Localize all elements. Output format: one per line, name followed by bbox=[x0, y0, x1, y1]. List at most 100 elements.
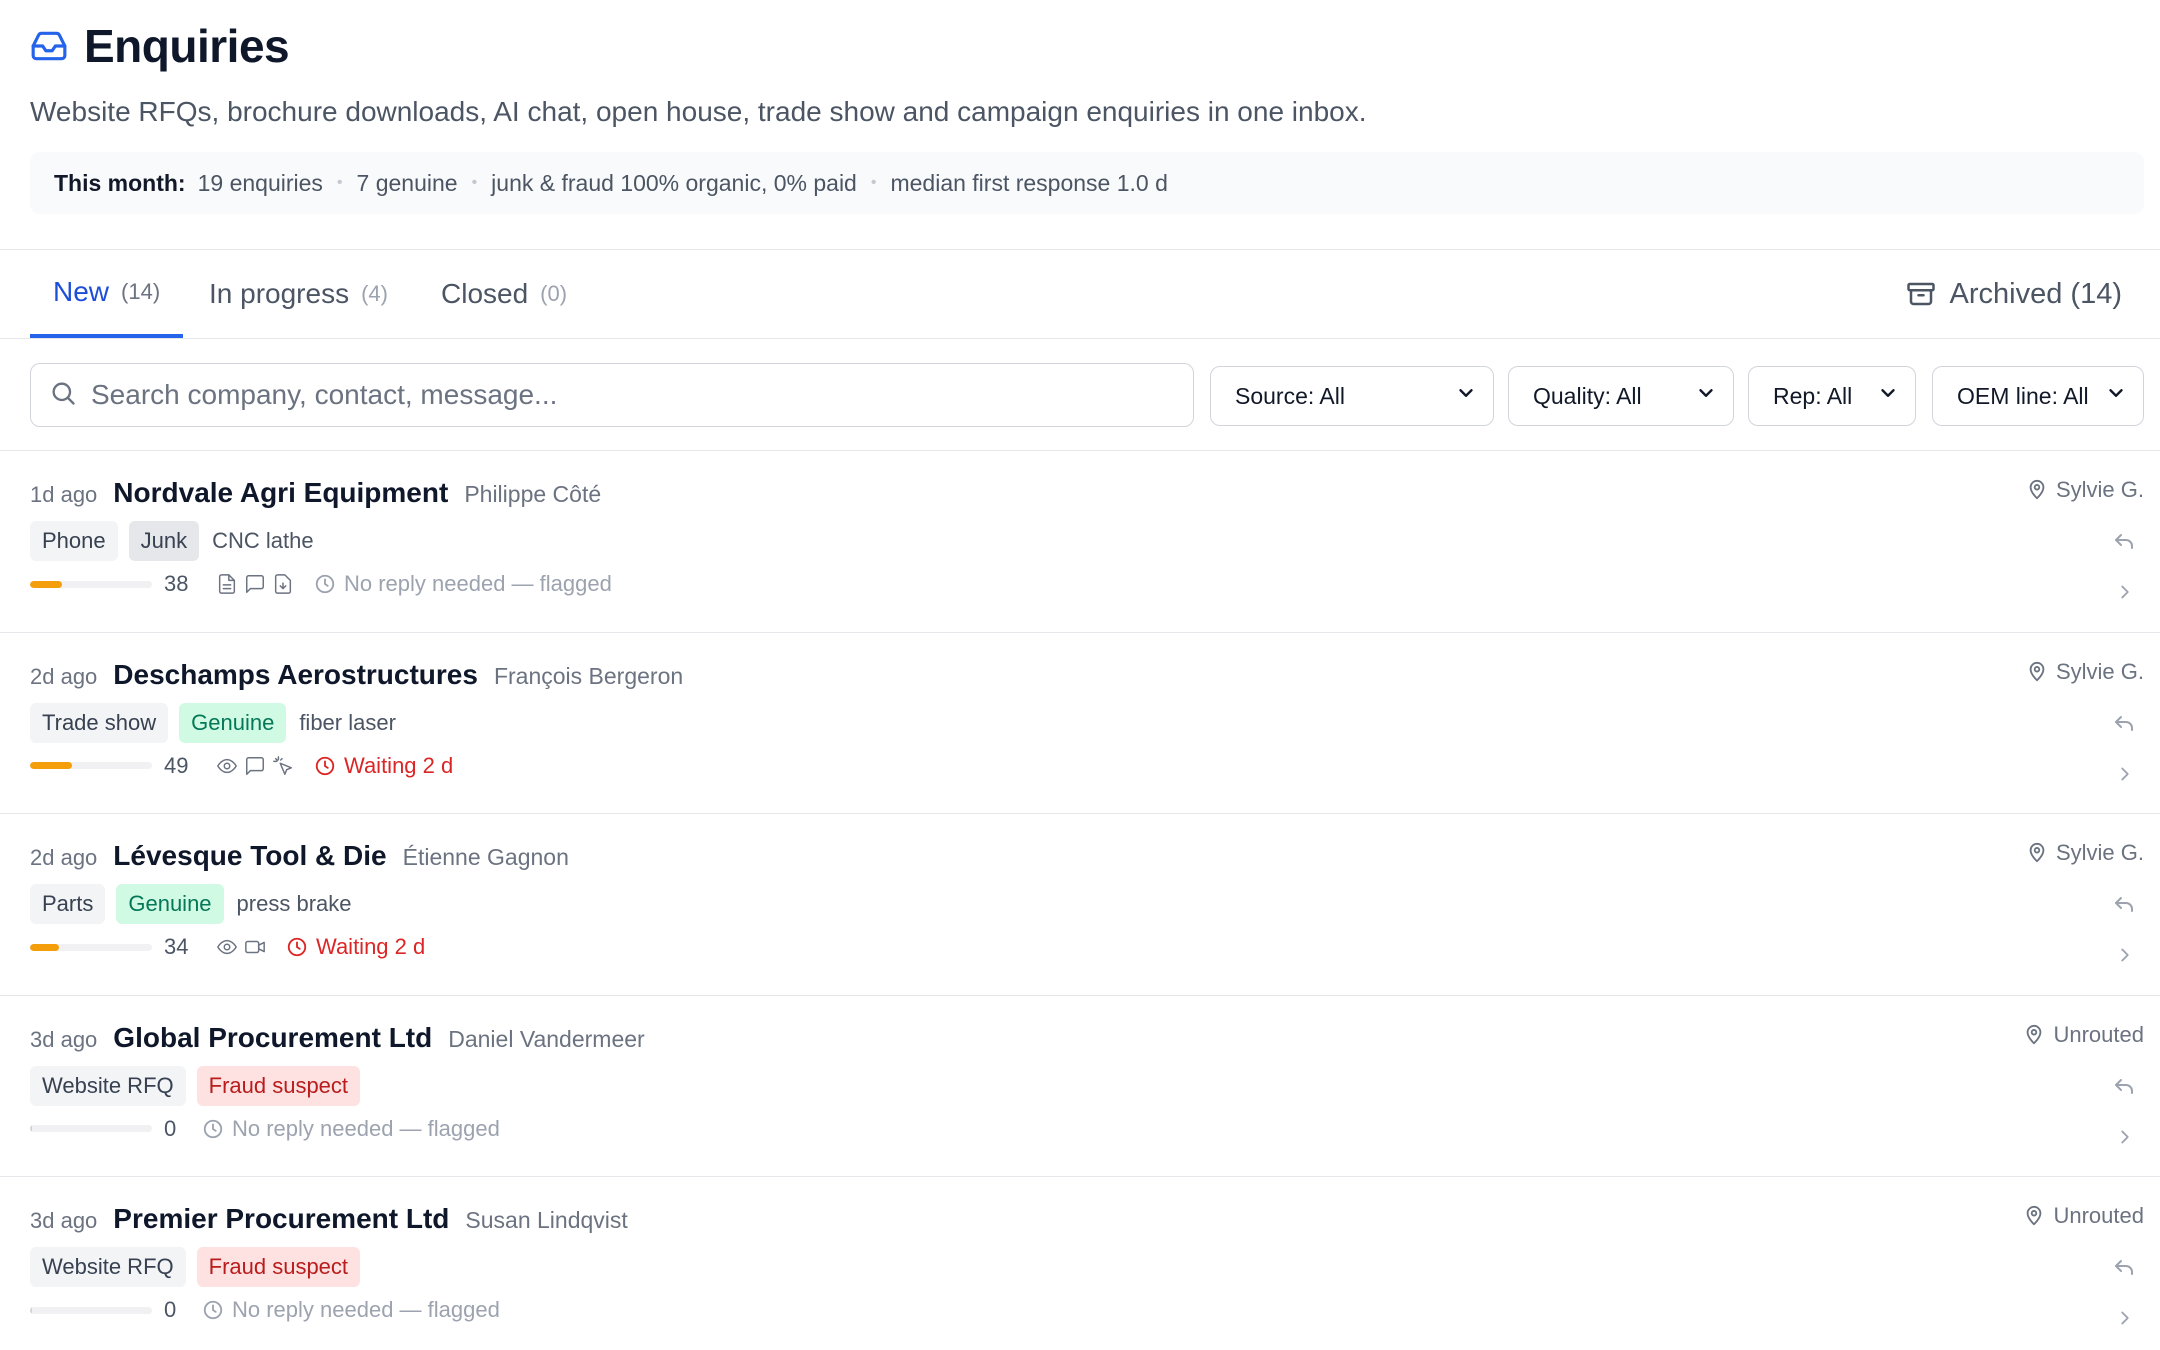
page-title: Enquiries bbox=[84, 20, 290, 72]
assigned-rep[interactable]: Sylvie G. bbox=[2026, 840, 2144, 866]
stats-separator: • bbox=[336, 174, 343, 191]
received-time: 3d ago bbox=[30, 1208, 98, 1233]
title-row: Enquiries bbox=[30, 18, 2130, 74]
engagement-signals bbox=[216, 936, 272, 958]
row-tags: Trade show Genuine fiber laser bbox=[30, 702, 396, 743]
chevron-right-icon[interactable] bbox=[2114, 581, 2136, 608]
lead-score: 34 bbox=[164, 934, 189, 959]
assigned-rep[interactable]: Sylvie G. bbox=[2026, 477, 2144, 503]
stats-label: This month: bbox=[54, 169, 186, 196]
quality-filter-label: Quality: All bbox=[1533, 382, 1642, 409]
clock-icon bbox=[203, 1300, 223, 1320]
oem-line-filter[interactable]: OEM line: All bbox=[1932, 366, 2144, 426]
row-tags: Phone Junk CNC lathe bbox=[30, 521, 314, 561]
row-meta: 0 No reply needed — flagged bbox=[30, 1295, 500, 1325]
contact-name: Étienne Gagnon bbox=[402, 844, 569, 870]
row-meta: 49 Waiting 2 d bbox=[30, 751, 453, 781]
row-tags: Parts Genuine press brake bbox=[30, 884, 352, 924]
reply-status-text: No reply needed — flagged bbox=[232, 1297, 500, 1322]
search-icon bbox=[49, 379, 77, 412]
video-icon bbox=[245, 940, 265, 954]
company-name[interactable]: Nordvale Agri Equipment bbox=[113, 477, 448, 509]
received-time: 2d ago bbox=[30, 663, 98, 689]
chevron-right-icon[interactable] bbox=[2114, 944, 2136, 971]
enquiry-row[interactable]: 2d ago Lévesque Tool & Die Étienne Gagno… bbox=[0, 813, 2160, 995]
reply-icon[interactable] bbox=[2112, 713, 2136, 742]
reply-icon[interactable] bbox=[2112, 531, 2136, 560]
product-interest: fiber laser bbox=[299, 709, 396, 735]
row-header: 3d ago Premier Procurement Ltd Susan Lin… bbox=[30, 1203, 628, 1235]
lead-score: 0 bbox=[164, 1297, 177, 1322]
chevron-down-icon bbox=[1877, 382, 1899, 410]
enquiry-list: 1d ago Nordvale Agri Equipment Philippe … bbox=[0, 450, 2160, 1350]
stat-junk: junk & fraud 100% organic, 0% paid bbox=[491, 169, 857, 196]
lead-score-fill bbox=[30, 943, 60, 951]
row-tags: Website RFQ Fraud suspect bbox=[30, 1065, 371, 1106]
source-badge: Phone bbox=[30, 521, 118, 561]
page-header: Enquiries Website RFQs, brochure downloa… bbox=[30, 18, 2144, 214]
enquiry-row[interactable]: 1d ago Nordvale Agri Equipment Philippe … bbox=[0, 450, 2160, 632]
reply-icon[interactable] bbox=[2112, 894, 2136, 923]
chevron-right-icon[interactable] bbox=[2114, 1307, 2136, 1334]
assigned-rep-name: Unrouted bbox=[2053, 1021, 2144, 1047]
row-header: 3d ago Global Procurement Ltd Daniel Van… bbox=[30, 1022, 645, 1054]
company-name[interactable]: Deschamps Aerostructures bbox=[113, 659, 478, 691]
tab-count: (4) bbox=[361, 281, 388, 306]
archived-button[interactable]: Archived (14) bbox=[1906, 250, 2122, 338]
enquiry-row[interactable]: 3d ago Global Procurement Ltd Daniel Van… bbox=[0, 994, 2160, 1177]
lead-score-bar bbox=[30, 943, 152, 951]
source-filter[interactable]: Source: All bbox=[1210, 366, 1494, 426]
lead-score: 38 bbox=[164, 571, 189, 596]
lead-score-bar bbox=[30, 580, 152, 588]
quality-filter[interactable]: Quality: All bbox=[1508, 366, 1734, 426]
row-meta: 0 No reply needed — flagged bbox=[30, 1114, 500, 1144]
contact-name: Daniel Vandermeer bbox=[448, 1025, 645, 1052]
search-box bbox=[30, 363, 1194, 427]
lead-score-fill bbox=[30, 1125, 33, 1132]
tab-in-progress[interactable]: In progress (4) bbox=[186, 250, 411, 338]
assigned-rep[interactable]: Sylvie G. bbox=[2026, 659, 2144, 685]
reply-status-text: Waiting 2 d bbox=[316, 934, 426, 959]
reply-status: Waiting 2 d bbox=[286, 934, 425, 960]
chevron-right-icon[interactable] bbox=[2114, 763, 2136, 790]
stat-genuine: 7 genuine bbox=[356, 169, 458, 196]
contact-name: Susan Lindqvist bbox=[465, 1207, 628, 1233]
tab-count: (14) bbox=[121, 279, 161, 304]
quality-badge: Genuine bbox=[116, 884, 224, 924]
received-time: 2d ago bbox=[30, 845, 98, 870]
stats-separator: • bbox=[870, 174, 877, 191]
reply-status: No reply needed — flagged bbox=[202, 1297, 500, 1323]
received-time: 1d ago bbox=[30, 482, 98, 507]
document-icon bbox=[218, 574, 236, 594]
lead-score-bar bbox=[30, 1125, 152, 1132]
chevron-right-icon[interactable] bbox=[2114, 1126, 2136, 1153]
lead-score-bar bbox=[30, 1306, 152, 1314]
search-input[interactable] bbox=[91, 379, 1141, 411]
enquiries-page: Enquiries Website RFQs, brochure downloa… bbox=[0, 0, 2160, 1350]
engagement-signals bbox=[216, 573, 300, 595]
tab-closed[interactable]: Closed (0) bbox=[418, 250, 590, 338]
reply-icon[interactable] bbox=[2112, 1076, 2136, 1105]
quality-badge: Fraud suspect bbox=[196, 1065, 361, 1106]
company-name[interactable]: Global Procurement Ltd bbox=[113, 1022, 432, 1054]
quality-badge: Junk bbox=[128, 521, 200, 561]
page-subtitle: Website RFQs, brochure downloads, AI cha… bbox=[30, 96, 1367, 127]
tab-label: Closed bbox=[441, 278, 529, 309]
assigned-rep[interactable]: Unrouted bbox=[2023, 1022, 2144, 1048]
assigned-rep[interactable]: Unrouted bbox=[2023, 1203, 2144, 1229]
reply-icon[interactable] bbox=[2112, 1257, 2136, 1286]
tab-new[interactable]: New (14) bbox=[30, 250, 184, 338]
map-pin-icon bbox=[2029, 661, 2045, 681]
stat-enquiries: 19 enquiries bbox=[197, 169, 323, 196]
map-pin-icon bbox=[2027, 1024, 2042, 1044]
enquiry-row[interactable]: 2d ago Deschamps Aerostructures François… bbox=[0, 631, 2160, 814]
reply-status: No reply needed — flagged bbox=[202, 1116, 500, 1142]
enquiry-row[interactable]: 3d ago Premier Procurement Ltd Susan Lin… bbox=[0, 1176, 2160, 1350]
row-tags: Website RFQ Fraud suspect bbox=[30, 1247, 371, 1287]
clock-icon bbox=[315, 756, 335, 775]
tab-label: New bbox=[53, 276, 110, 307]
rep-filter[interactable]: Rep: All bbox=[1748, 366, 1916, 426]
row-meta: 38 No reply needed — flagged bbox=[30, 569, 612, 599]
company-name[interactable]: Lévesque Tool & Die bbox=[113, 840, 386, 872]
company-name[interactable]: Premier Procurement Ltd bbox=[113, 1203, 449, 1235]
